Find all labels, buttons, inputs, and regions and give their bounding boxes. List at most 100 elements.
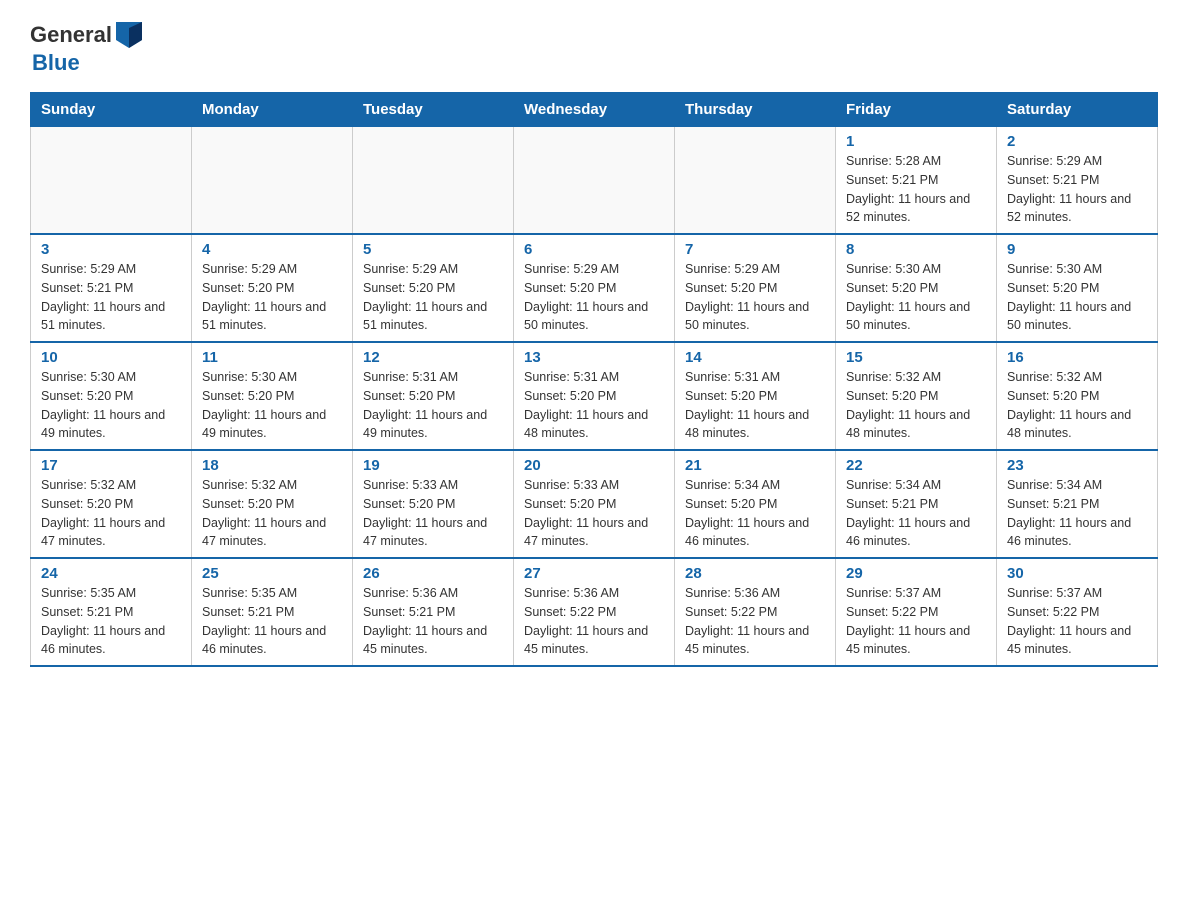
calendar-cell: 26 Sunrise: 5:36 AM Sunset: 5:21 PM Dayli…	[353, 558, 514, 666]
day-info: Sunrise: 5:32 AM Sunset: 5:20 PM Dayligh…	[846, 368, 986, 443]
calendar-cell: 10 Sunrise: 5:30 AM Sunset: 5:20 PM Dayli…	[31, 342, 192, 450]
calendar-cell: 20 Sunrise: 5:33 AM Sunset: 5:20 PM Dayli…	[514, 450, 675, 558]
day-number: 19	[363, 457, 503, 474]
calendar-cell: 6Sunrise: 5:29 AM Sunset: 5:20 PM Daylig…	[514, 234, 675, 342]
weekday-header-saturday: Saturday	[997, 93, 1158, 127]
day-number: 23	[1007, 457, 1147, 474]
logo: General Blue	[30, 20, 144, 76]
calendar-cell: 8 Sunrise: 5:30 AM Sunset: 5:20 PM Daylig…	[836, 234, 997, 342]
day-info: Sunrise: 5:32 AM Sunset: 5:20 PM Dayligh…	[202, 476, 342, 551]
logo-general: General	[30, 22, 112, 48]
day-info: Sunrise: 5:35 AM Sunset: 5:21 PM Dayligh…	[41, 584, 181, 659]
calendar-cell	[31, 127, 192, 235]
day-info: Sunrise: 5:34 AM Sunset: 5:20 PM Dayligh…	[685, 476, 825, 551]
calendar-week-row: 3Sunrise: 5:29 AM Sunset: 5:21 PM Daylig…	[31, 234, 1158, 342]
calendar-cell: 21 Sunrise: 5:34 AM Sunset: 5:20 PM Dayli…	[675, 450, 836, 558]
weekday-header-tuesday: Tuesday	[353, 93, 514, 127]
calendar-cell: 9 Sunrise: 5:30 AM Sunset: 5:20 PM Daylig…	[997, 234, 1158, 342]
calendar-cell: 3Sunrise: 5:29 AM Sunset: 5:21 PM Daylig…	[31, 234, 192, 342]
calendar-cell: 23 Sunrise: 5:34 AM Sunset: 5:21 PM Dayli…	[997, 450, 1158, 558]
day-number: 20	[524, 457, 664, 474]
calendar-cell	[675, 127, 836, 235]
day-number: 12	[363, 349, 503, 366]
day-info: Sunrise: 5:36 AM Sunset: 5:22 PM Dayligh…	[524, 584, 664, 659]
calendar-week-row: 1Sunrise: 5:28 AM Sunset: 5:21 PM Daylig…	[31, 127, 1158, 235]
day-info: Sunrise: 5:29 AM Sunset: 5:21 PM Dayligh…	[41, 260, 181, 335]
calendar-cell: 12 Sunrise: 5:31 AM Sunset: 5:20 PM Dayli…	[353, 342, 514, 450]
logo-icon	[114, 20, 144, 50]
day-number: 15	[846, 349, 986, 366]
weekday-header-friday: Friday	[836, 93, 997, 127]
day-number: 28	[685, 565, 825, 582]
calendar-cell: 17Sunrise: 5:32 AM Sunset: 5:20 PM Dayli…	[31, 450, 192, 558]
weekday-header-monday: Monday	[192, 93, 353, 127]
day-number: 29	[846, 565, 986, 582]
calendar-week-row: 17Sunrise: 5:32 AM Sunset: 5:20 PM Dayli…	[31, 450, 1158, 558]
day-info: Sunrise: 5:30 AM Sunset: 5:20 PM Dayligh…	[846, 260, 986, 335]
calendar-cell: 4 Sunrise: 5:29 AM Sunset: 5:20 PM Daylig…	[192, 234, 353, 342]
day-info: Sunrise: 5:30 AM Sunset: 5:20 PM Dayligh…	[41, 368, 181, 443]
weekday-header-sunday: Sunday	[31, 93, 192, 127]
day-info: Sunrise: 5:37 AM Sunset: 5:22 PM Dayligh…	[846, 584, 986, 659]
day-info: Sunrise: 5:29 AM Sunset: 5:20 PM Dayligh…	[685, 260, 825, 335]
day-number: 22	[846, 457, 986, 474]
day-number: 21	[685, 457, 825, 474]
calendar-cell: 30Sunrise: 5:37 AM Sunset: 5:22 PM Dayli…	[997, 558, 1158, 666]
calendar-cell: 13Sunrise: 5:31 AM Sunset: 5:20 PM Dayli…	[514, 342, 675, 450]
day-info: Sunrise: 5:36 AM Sunset: 5:21 PM Dayligh…	[363, 584, 503, 659]
calendar-cell: 28 Sunrise: 5:36 AM Sunset: 5:22 PM Dayli…	[675, 558, 836, 666]
page-header: General Blue	[30, 20, 1158, 76]
calendar-cell: 24 Sunrise: 5:35 AM Sunset: 5:21 PM Dayli…	[31, 558, 192, 666]
day-info: Sunrise: 5:34 AM Sunset: 5:21 PM Dayligh…	[846, 476, 986, 551]
calendar-table: SundayMondayTuesdayWednesdayThursdayFrid…	[30, 92, 1158, 667]
day-info: Sunrise: 5:29 AM Sunset: 5:20 PM Dayligh…	[202, 260, 342, 335]
calendar-cell	[192, 127, 353, 235]
calendar-cell: 2Sunrise: 5:29 AM Sunset: 5:21 PM Daylig…	[997, 127, 1158, 235]
day-number: 18	[202, 457, 342, 474]
day-info: Sunrise: 5:30 AM Sunset: 5:20 PM Dayligh…	[202, 368, 342, 443]
day-info: Sunrise: 5:35 AM Sunset: 5:21 PM Dayligh…	[202, 584, 342, 659]
calendar-cell: 14Sunrise: 5:31 AM Sunset: 5:20 PM Dayli…	[675, 342, 836, 450]
calendar-cell: 16Sunrise: 5:32 AM Sunset: 5:20 PM Dayli…	[997, 342, 1158, 450]
day-info: Sunrise: 5:28 AM Sunset: 5:21 PM Dayligh…	[846, 152, 986, 227]
calendar-week-row: 10 Sunrise: 5:30 AM Sunset: 5:20 PM Dayli…	[31, 342, 1158, 450]
day-info: Sunrise: 5:29 AM Sunset: 5:20 PM Dayligh…	[363, 260, 503, 335]
day-info: Sunrise: 5:31 AM Sunset: 5:20 PM Dayligh…	[363, 368, 503, 443]
calendar-cell: 22 Sunrise: 5:34 AM Sunset: 5:21 PM Dayli…	[836, 450, 997, 558]
day-info: Sunrise: 5:32 AM Sunset: 5:20 PM Dayligh…	[41, 476, 181, 551]
day-info: Sunrise: 5:36 AM Sunset: 5:22 PM Dayligh…	[685, 584, 825, 659]
calendar-week-row: 24 Sunrise: 5:35 AM Sunset: 5:21 PM Dayli…	[31, 558, 1158, 666]
day-number: 25	[202, 565, 342, 582]
calendar-cell: 11Sunrise: 5:30 AM Sunset: 5:20 PM Dayli…	[192, 342, 353, 450]
day-info: Sunrise: 5:31 AM Sunset: 5:20 PM Dayligh…	[524, 368, 664, 443]
day-number: 24	[41, 565, 181, 582]
day-number: 16	[1007, 349, 1147, 366]
weekday-header-thursday: Thursday	[675, 93, 836, 127]
calendar-cell: 15 Sunrise: 5:32 AM Sunset: 5:20 PM Dayli…	[836, 342, 997, 450]
calendar-cell: 27 Sunrise: 5:36 AM Sunset: 5:22 PM Dayli…	[514, 558, 675, 666]
day-number: 2	[1007, 133, 1147, 150]
day-info: Sunrise: 5:33 AM Sunset: 5:20 PM Dayligh…	[524, 476, 664, 551]
weekday-header-wednesday: Wednesday	[514, 93, 675, 127]
calendar-cell	[514, 127, 675, 235]
day-info: Sunrise: 5:30 AM Sunset: 5:20 PM Dayligh…	[1007, 260, 1147, 335]
day-number: 4	[202, 241, 342, 258]
calendar-cell: 19Sunrise: 5:33 AM Sunset: 5:20 PM Dayli…	[353, 450, 514, 558]
day-number: 26	[363, 565, 503, 582]
day-number: 10	[41, 349, 181, 366]
day-number: 9	[1007, 241, 1147, 258]
day-number: 5	[363, 241, 503, 258]
day-number: 14	[685, 349, 825, 366]
calendar-cell: 5 Sunrise: 5:29 AM Sunset: 5:20 PM Daylig…	[353, 234, 514, 342]
day-info: Sunrise: 5:37 AM Sunset: 5:22 PM Dayligh…	[1007, 584, 1147, 659]
calendar-cell: 1Sunrise: 5:28 AM Sunset: 5:21 PM Daylig…	[836, 127, 997, 235]
day-info: Sunrise: 5:34 AM Sunset: 5:21 PM Dayligh…	[1007, 476, 1147, 551]
day-number: 27	[524, 565, 664, 582]
calendar-cell: 7 Sunrise: 5:29 AM Sunset: 5:20 PM Daylig…	[675, 234, 836, 342]
calendar-cell: 18 Sunrise: 5:32 AM Sunset: 5:20 PM Dayli…	[192, 450, 353, 558]
day-number: 8	[846, 241, 986, 258]
day-info: Sunrise: 5:29 AM Sunset: 5:20 PM Dayligh…	[524, 260, 664, 335]
logo-blue: Blue	[32, 50, 144, 76]
calendar-cell	[353, 127, 514, 235]
day-number: 7	[685, 241, 825, 258]
